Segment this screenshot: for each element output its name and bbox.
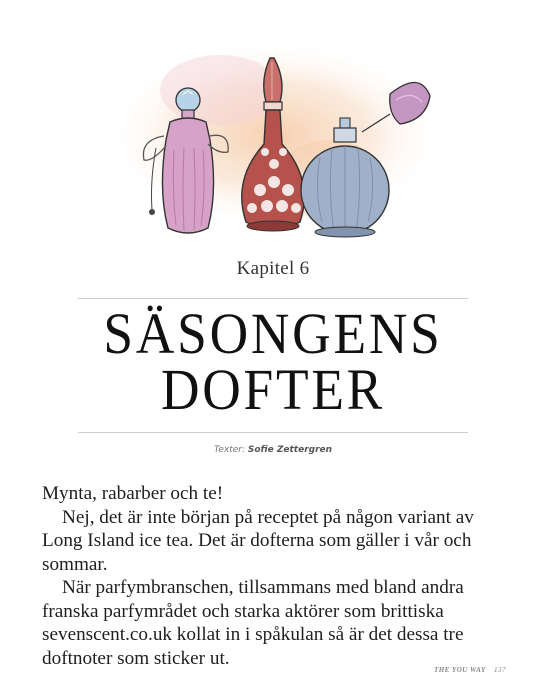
- paragraph-3: När parfymbranschen, tillsammans med bla…: [42, 577, 464, 669]
- page-footer: THE YOU WAY 137: [434, 666, 506, 674]
- byline: Texter: Sofie Zettergren: [0, 445, 546, 455]
- top-divider: [78, 298, 468, 299]
- publication-name: THE YOU WAY: [433, 666, 486, 674]
- chapter-title-line1: SÄSONGENS: [103, 301, 443, 366]
- chapter-title: SÄSONGENS DOFTER: [22, 301, 524, 422]
- paragraph-1: Mynta, rabarber och te!: [42, 483, 224, 504]
- paragraph-2: Nej, det är inte början på receptet på n…: [42, 506, 474, 575]
- chapter-kicker: Kapitel 6: [236, 258, 310, 279]
- byline-author: Sofie Zettergren: [247, 445, 333, 455]
- byline-label: Texter:: [213, 445, 246, 455]
- chapter-title-line2: DOFTER: [160, 357, 386, 422]
- article-body: Mynta, rabarber och te! Nej, det är inte…: [42, 482, 512, 670]
- bottom-divider: [78, 432, 468, 433]
- perfume-bottles-illustration: [105, 40, 445, 238]
- page-number: 137: [494, 666, 506, 674]
